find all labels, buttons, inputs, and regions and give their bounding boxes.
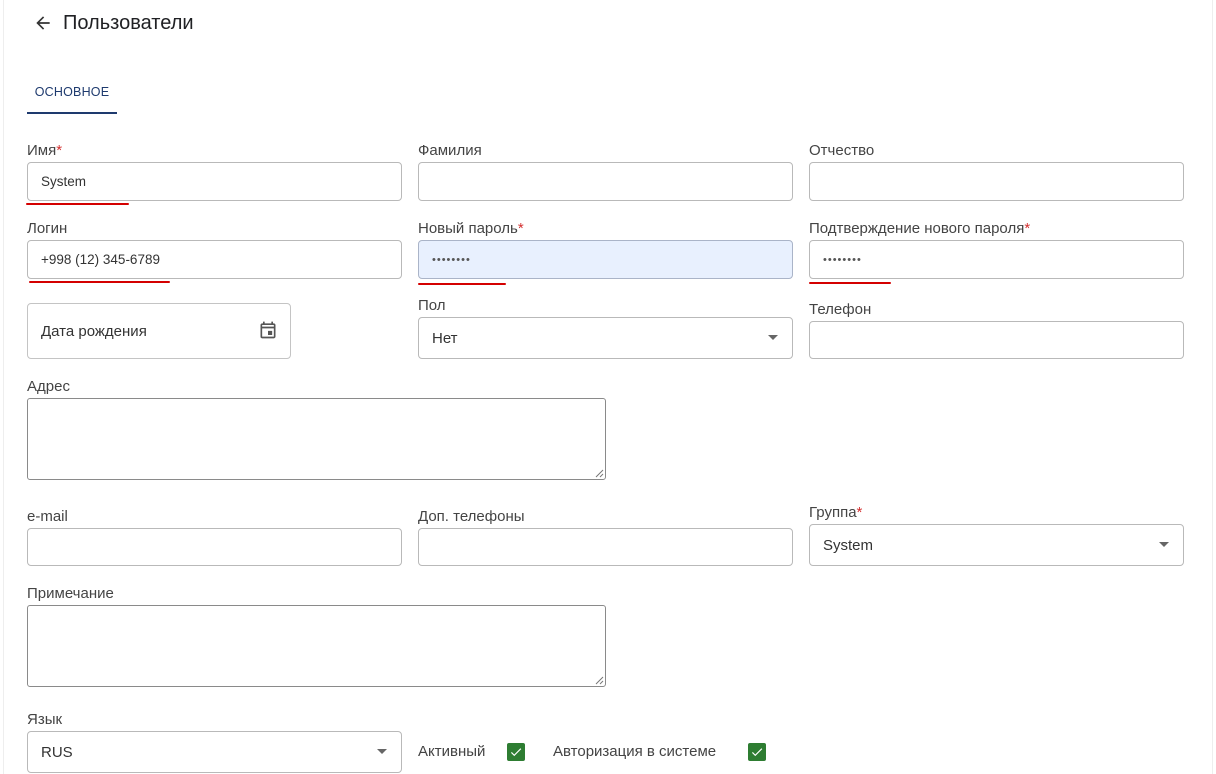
- last-name-label: Фамилия: [418, 142, 482, 159]
- group-select[interactable]: System: [809, 524, 1184, 566]
- language-label: Язык: [27, 711, 63, 728]
- note-textarea[interactable]: [27, 605, 606, 687]
- resize-grip-icon[interactable]: [595, 676, 604, 685]
- birth-date-placeholder: Дата рождения: [41, 322, 147, 340]
- resize-grip-icon[interactable]: [595, 469, 604, 478]
- new-password-label: Новый пароль*: [418, 220, 524, 237]
- annotation-underline: [29, 281, 170, 283]
- first-name-input[interactable]: System: [27, 162, 402, 201]
- phone-label: Телефон: [809, 301, 872, 318]
- annotation-underline: [418, 283, 506, 285]
- confirm-password-input[interactable]: ••••••••: [809, 240, 1184, 279]
- email-input[interactable]: [27, 528, 402, 566]
- group-value: System: [823, 536, 874, 554]
- phone-input[interactable]: [809, 321, 1184, 359]
- middle-name-label: Отчество: [809, 142, 875, 159]
- login-label: Логин: [27, 220, 68, 237]
- login-input[interactable]: +998 (12) 345-6789: [27, 240, 402, 279]
- calendar-icon[interactable]: [258, 320, 278, 340]
- note-label: Примечание: [27, 585, 114, 602]
- check-icon: [510, 748, 522, 757]
- email-label: e-mail: [27, 508, 68, 525]
- tab-indicator: [27, 112, 117, 114]
- tab-main[interactable]: ОСНОВНОЕ: [27, 80, 117, 115]
- arrow-left-icon[interactable]: [33, 13, 53, 33]
- page-title: Пользователи: [63, 11, 194, 34]
- first-name-value: System: [41, 174, 87, 189]
- last-name-input[interactable]: [418, 162, 793, 201]
- login-value: +998 (12) 345-6789: [41, 252, 160, 267]
- gender-select[interactable]: Нет: [418, 317, 793, 359]
- gender-label: Пол: [418, 297, 446, 314]
- extra-phones-input[interactable]: [418, 528, 793, 566]
- chevron-down-icon: [377, 749, 387, 754]
- authorization-checkbox[interactable]: [748, 743, 766, 761]
- first-name-label: Имя*: [27, 142, 63, 159]
- birth-date-input[interactable]: Дата рождения: [27, 303, 291, 359]
- chevron-down-icon: [768, 335, 778, 340]
- address-label: Адрес: [27, 378, 70, 395]
- new-password-input[interactable]: ••••••••: [418, 240, 793, 279]
- new-password-value: ••••••••: [432, 253, 471, 266]
- middle-name-input[interactable]: [809, 162, 1184, 201]
- language-value: RUS: [41, 743, 73, 761]
- chevron-down-icon: [1159, 542, 1169, 547]
- language-select[interactable]: RUS: [27, 731, 402, 773]
- active-label: Активный: [418, 743, 486, 760]
- address-textarea[interactable]: [27, 398, 606, 480]
- page-header: Пользователи: [33, 9, 194, 37]
- active-checkbox[interactable]: [507, 743, 525, 761]
- group-label: Группа*: [809, 504, 863, 521]
- confirm-password-label: Подтверждение нового пароля*: [809, 220, 1031, 237]
- extra-phones-label: Доп. телефоны: [418, 508, 525, 525]
- annotation-underline: [26, 203, 129, 205]
- check-icon: [751, 748, 763, 757]
- gender-value: Нет: [432, 329, 458, 347]
- annotation-underline: [809, 282, 891, 284]
- confirm-password-value: ••••••••: [823, 253, 862, 266]
- authorization-label: Авторизация в системе: [553, 743, 717, 760]
